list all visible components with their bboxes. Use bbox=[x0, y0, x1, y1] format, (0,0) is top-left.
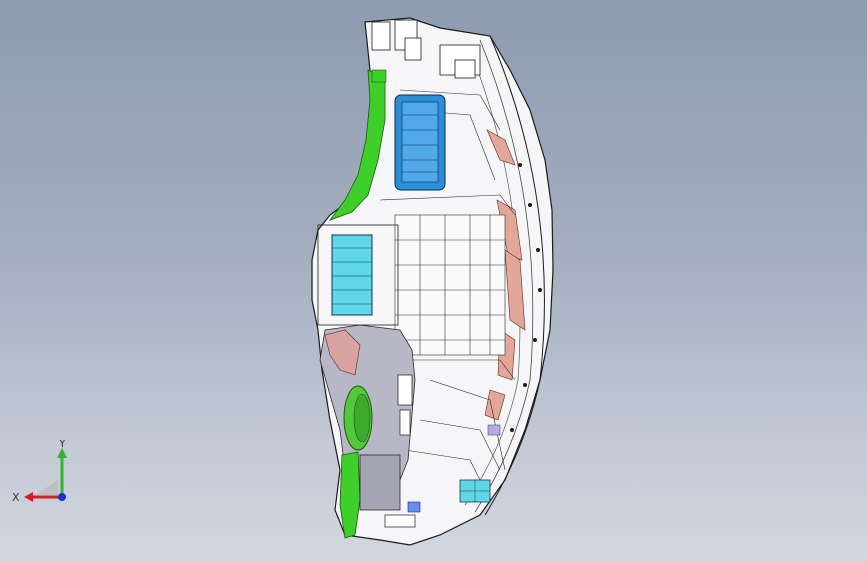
x-axis-arrow bbox=[24, 492, 33, 502]
axis-triad: Y X bbox=[12, 440, 67, 504]
glovebox-panel bbox=[359, 454, 401, 511]
origin-dot bbox=[58, 493, 66, 501]
triad-plane bbox=[35, 480, 58, 495]
x-axis-label: X bbox=[12, 491, 20, 504]
purple-accent bbox=[487, 424, 501, 436]
y-axis-label: Y bbox=[58, 440, 66, 450]
blue-vent-top bbox=[394, 94, 446, 191]
cyan-square-lower bbox=[459, 479, 491, 503]
blue-clip bbox=[407, 501, 421, 513]
dashboard-model[interactable] bbox=[0, 0, 867, 562]
cyan-vent-left bbox=[331, 234, 373, 316]
green-tab bbox=[371, 69, 387, 83]
green-knob-inner bbox=[353, 393, 371, 443]
cad-viewport[interactable]: Y X bbox=[0, 0, 867, 562]
